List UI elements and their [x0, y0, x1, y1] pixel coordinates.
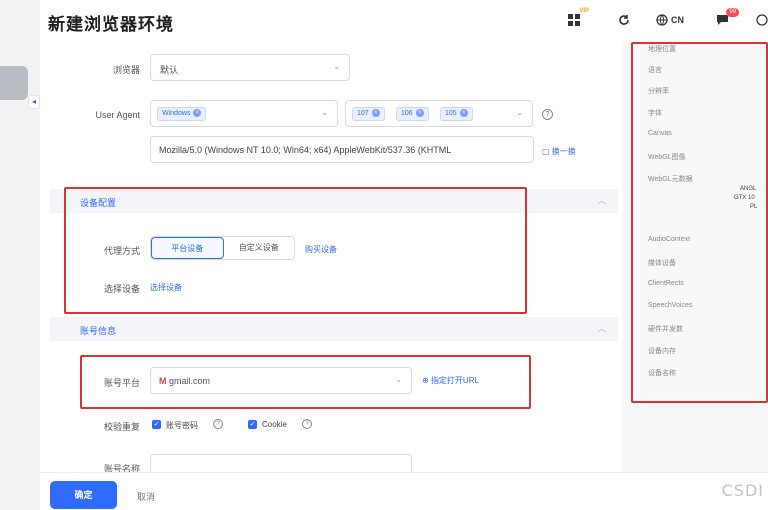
sidebar-tab[interactable]: [0, 66, 28, 100]
change-ua-button[interactable]: ▢ 换一换: [542, 146, 576, 157]
vip-badge: VIP: [579, 8, 589, 14]
browser-select-value: 默认: [160, 65, 179, 75]
remove-tag-icon[interactable]: ×: [459, 109, 468, 117]
watermark: CSDI: [721, 481, 764, 500]
form-area: 浏览器 默认 ⌄ User Agent Windows × ⌄ 107 × 106 ×…: [40, 42, 622, 476]
chevron-up-icon: ︿: [598, 196, 606, 205]
checkbox-cookie-label: Cookie: [262, 420, 287, 429]
highlight-device-config: [64, 187, 527, 314]
message-icon[interactable]: 99: [716, 8, 739, 28]
highlight-fingerprint-panel: [631, 42, 768, 403]
language-switch[interactable]: CN: [656, 12, 684, 28]
globe-icon: [656, 14, 668, 26]
verify-duplicate-label: 校验重复: [103, 422, 140, 432]
confirm-button[interactable]: 确定: [50, 481, 117, 509]
cancel-button[interactable]: 取消: [137, 490, 155, 503]
copy-icon: ▢: [542, 147, 550, 156]
collapse-icon[interactable]: ◂: [28, 95, 40, 109]
user-menu-icon[interactable]: [756, 12, 768, 28]
chevron-down-icon: ⌄: [333, 62, 340, 71]
remove-tag-icon[interactable]: ×: [193, 109, 202, 117]
version-select[interactable]: 107 × 106 × 105 × ⌄: [345, 100, 533, 127]
browser-label: 浏览器: [112, 65, 140, 75]
remove-tag-icon[interactable]: ×: [415, 109, 424, 117]
browser-select[interactable]: 默认 ⌄: [150, 54, 350, 81]
checkbox-password[interactable]: ✓: [152, 420, 161, 429]
chevron-up-icon: ︿: [598, 324, 606, 333]
notification-badge: 99: [726, 8, 739, 17]
help-icon[interactable]: ?: [542, 109, 553, 120]
language-label: CN: [671, 15, 684, 25]
page-header: 新建浏览器环境 VIP CN 99: [40, 0, 768, 42]
chevron-down-icon: ⌄: [321, 108, 328, 117]
user-agent-input[interactable]: Mozilla/5.0 (Windows NT 10.0; Win64; x64…: [150, 136, 534, 163]
help-icon[interactable]: ?: [213, 419, 223, 429]
checkbox-cookie[interactable]: ✓: [248, 420, 257, 429]
remove-tag-icon[interactable]: ×: [371, 109, 380, 117]
highlight-account-platform: [80, 355, 531, 409]
apps-grid-icon[interactable]: VIP: [568, 8, 589, 28]
os-select[interactable]: Windows × ⌄: [150, 100, 338, 127]
chevron-down-icon: ⌄: [516, 108, 523, 117]
help-icon[interactable]: ?: [302, 419, 312, 429]
fingerprint-panel: 地理位置 语言 分辨率 字体 Canvas WebGL图像 WebGL元数据 A…: [622, 42, 768, 472]
version-tag[interactable]: 106 ×: [396, 107, 429, 121]
footer-bar: 确定 取消 CSDI: [40, 472, 768, 510]
version-tag[interactable]: 107 ×: [352, 107, 385, 121]
checkbox-password-label: 账号密码: [166, 421, 198, 430]
user-agent-label: User Agent: [95, 110, 140, 120]
version-tag[interactable]: 105 ×: [440, 107, 473, 121]
page-title: 新建浏览器环境: [48, 15, 174, 34]
account-info-section-header[interactable]: 账号信息 ︿: [50, 317, 618, 341]
section-title: 账号信息: [80, 326, 117, 336]
refresh-icon[interactable]: [618, 12, 630, 28]
os-tag[interactable]: Windows ×: [157, 107, 207, 121]
